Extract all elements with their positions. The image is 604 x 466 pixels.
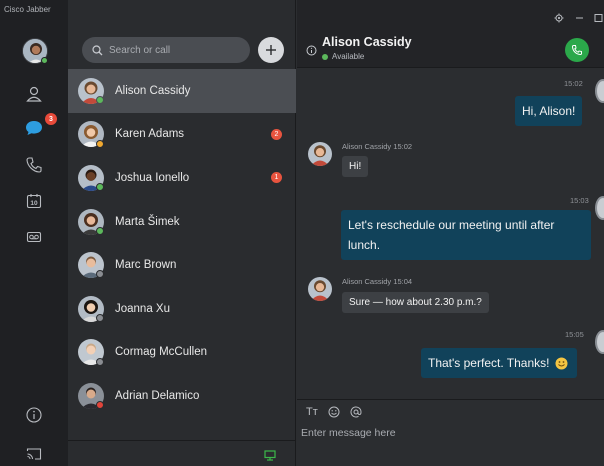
settings-icon xyxy=(554,13,564,23)
meetings-button[interactable]: 10 xyxy=(20,187,48,215)
calendar-icon: 10 xyxy=(26,194,42,209)
info-icon xyxy=(26,407,42,423)
presence-dot xyxy=(322,54,328,60)
contacts-icon xyxy=(26,86,42,102)
chat-panel: Alison Cassidy Available 15:02 Hi, Aliso… xyxy=(297,0,604,466)
contact-name: Marc Brown xyxy=(115,259,177,272)
contact-list: Alison Cassidy Karen Adams 2 Joshua Ione… xyxy=(68,69,296,418)
message-text: That's perfect. Thanks! xyxy=(428,356,550,370)
contact-name: Joshua Ionello xyxy=(115,171,190,184)
message-time: 15:03 xyxy=(570,196,589,205)
contact-row-marc-brown[interactable]: Marc Brown xyxy=(68,243,296,287)
settings-button[interactable] xyxy=(554,13,564,26)
voicemail-button[interactable] xyxy=(20,223,48,251)
call-button[interactable] xyxy=(565,38,589,62)
self-message-avatar xyxy=(595,196,604,220)
message-input[interactable] xyxy=(301,427,599,457)
search-icon xyxy=(92,44,103,55)
message-bubble-incoming: Hi! xyxy=(342,156,369,177)
search-input[interactable] xyxy=(109,44,239,56)
message-meta: Alison Cassidy 15:04 xyxy=(342,277,413,286)
calls-button[interactable] xyxy=(20,151,48,179)
smiley-emoji-icon xyxy=(555,357,568,370)
status-dot xyxy=(96,183,104,192)
contact-name: Cormag McCullen xyxy=(115,346,208,359)
voicemail-icon xyxy=(26,231,42,243)
left-rail: Cisco Jabber 3 10 xyxy=(0,0,68,466)
emoji-icon xyxy=(328,406,340,418)
maximize-button[interactable] xyxy=(594,13,603,26)
message-time: 15:02 xyxy=(564,79,583,88)
message-bubble-outgoing: That's perfect. Thanks! xyxy=(421,348,578,378)
contact-name: Adrian Delamico xyxy=(115,389,200,402)
screen-share-icon xyxy=(264,450,276,461)
self-message-avatar xyxy=(595,79,604,103)
maximize-icon xyxy=(594,14,603,22)
status-dot xyxy=(96,270,104,279)
message-bubble-incoming: Sure — how about 2.30 p.m.? xyxy=(342,292,489,313)
contact-row-marta-simek[interactable]: Marta Šimek xyxy=(68,200,296,244)
contacts-footer xyxy=(68,440,296,466)
emoji-button[interactable] xyxy=(328,406,340,418)
add-contact-button[interactable] xyxy=(258,37,284,63)
composer-toolbar: Tт xyxy=(306,406,362,418)
minimize-icon xyxy=(576,17,583,19)
plus-icon xyxy=(266,45,276,55)
calendar-day: 10 xyxy=(30,200,38,207)
contact-name: Alison Cassidy xyxy=(115,84,191,97)
message-composer: Tт xyxy=(297,399,604,466)
mention-button[interactable] xyxy=(350,406,362,418)
chats-button[interactable] xyxy=(20,114,48,142)
chats-badge: 3 xyxy=(45,113,57,125)
cast-icon xyxy=(26,448,42,460)
sender-avatar xyxy=(308,277,332,301)
status-dot xyxy=(96,139,104,148)
status-dot xyxy=(96,357,104,366)
help-button[interactable] xyxy=(20,401,48,429)
phone-icon xyxy=(26,157,42,173)
info-icon xyxy=(306,45,317,56)
message-time: 15:05 xyxy=(565,330,584,339)
minimize-button[interactable] xyxy=(575,13,584,26)
text-format-button[interactable]: Tт xyxy=(306,406,318,418)
unread-badge: 2 xyxy=(271,128,282,140)
message-meta: Alison Cassidy 15:02 xyxy=(342,142,413,151)
contact-name: Karen Adams xyxy=(115,128,185,141)
mention-icon xyxy=(350,406,362,418)
search-box[interactable] xyxy=(82,37,250,63)
contacts-panel: Alison Cassidy Karen Adams 2 Joshua Ione… xyxy=(68,0,296,466)
status-dot xyxy=(96,401,104,410)
sender-avatar xyxy=(308,142,332,166)
contact-info-button[interactable] xyxy=(306,43,317,61)
contact-row-cormag-mccullen[interactable]: Cormag McCullen xyxy=(68,331,296,375)
chat-contact-status: Available xyxy=(332,52,365,61)
status-dot xyxy=(96,96,104,104)
chat-header: Alison Cassidy Available xyxy=(297,0,604,68)
chat-contact-name: Alison Cassidy xyxy=(322,35,412,49)
contact-name: Marta Šimek xyxy=(115,215,180,228)
screen-share-button[interactable] xyxy=(264,448,276,466)
contact-row-joanna-xu[interactable]: Joanna Xu xyxy=(68,287,296,331)
message-bubble-outgoing: Let's reschedule our meeting until after… xyxy=(341,210,591,260)
contact-row-adrian-delamico[interactable]: Adrian Delamico xyxy=(68,374,296,418)
contact-name: Joanna Xu xyxy=(115,302,170,315)
status-dot xyxy=(96,226,104,235)
status-dot xyxy=(96,313,104,322)
app-title: Cisco Jabber xyxy=(4,5,51,14)
unread-badge: 1 xyxy=(271,172,282,184)
self-message-avatar xyxy=(595,330,604,354)
contacts-button[interactable] xyxy=(20,80,48,108)
call-icon xyxy=(571,45,582,56)
cast-button[interactable] xyxy=(20,440,48,466)
self-status-dot xyxy=(41,57,48,64)
contact-row-joshua-ionello[interactable]: Joshua Ionello 1 xyxy=(68,156,296,200)
contact-row-alison-cassidy[interactable]: Alison Cassidy xyxy=(68,69,296,113)
contact-row-karen-adams[interactable]: Karen Adams 2 xyxy=(68,113,296,157)
chats-icon xyxy=(26,121,42,135)
message-bubble-outgoing: Hi, Alison! xyxy=(515,96,583,126)
